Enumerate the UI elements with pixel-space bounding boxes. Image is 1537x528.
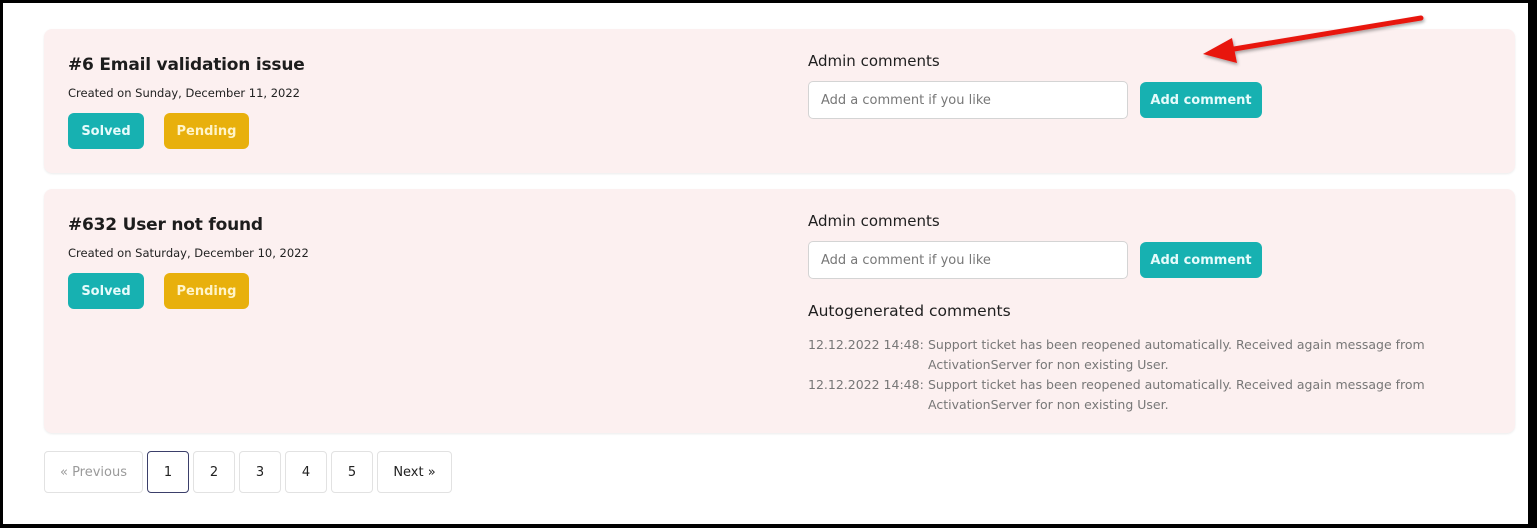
solved-button[interactable]: Solved <box>68 273 144 309</box>
ticket-title: #6 Email validation issue <box>68 55 305 75</box>
next-page-button[interactable]: Next » <box>377 451 452 493</box>
ticket-created-date: Created on Sunday, December 11, 2022 <box>68 86 300 100</box>
add-comment-button[interactable]: Add comment <box>1140 242 1262 278</box>
comment-input[interactable] <box>808 241 1128 279</box>
page-button-1[interactable]: 1 <box>147 451 189 493</box>
comment-input[interactable] <box>808 81 1128 119</box>
comment-message: Support ticket has been reopened automat… <box>928 337 1425 372</box>
ticket-created-date: Created on Saturday, December 10, 2022 <box>68 246 309 260</box>
page-button-4[interactable]: 4 <box>285 451 327 493</box>
autogenerated-comments-label: Autogenerated comments <box>808 302 1011 320</box>
pending-button[interactable]: Pending <box>164 113 249 149</box>
pagination: « Previous 1 2 3 4 5 Next » <box>44 451 456 493</box>
comment-timestamp: 12.12.2022 14:48: <box>808 377 924 392</box>
solved-button[interactable]: Solved <box>68 113 144 149</box>
page: #6 Email validation issue Created on Sun… <box>3 3 1528 524</box>
ticket-card: #632 User not found Created on Saturday,… <box>44 189 1515 433</box>
page-button-2[interactable]: 2 <box>193 451 235 493</box>
add-comment-button[interactable]: Add comment <box>1140 82 1262 118</box>
pending-button[interactable]: Pending <box>164 273 249 309</box>
previous-page-button[interactable]: « Previous <box>44 451 143 493</box>
admin-comments-label: Admin comments <box>808 52 940 70</box>
page-button-5[interactable]: 5 <box>331 451 373 493</box>
autogenerated-comment: 12.12.2022 14:48: Support ticket has bee… <box>808 335 1448 375</box>
page-button-3[interactable]: 3 <box>239 451 281 493</box>
comment-message: Support ticket has been reopened automat… <box>928 377 1425 412</box>
comment-timestamp: 12.12.2022 14:48: <box>808 337 924 352</box>
admin-comments-label: Admin comments <box>808 212 940 230</box>
ticket-title: #632 User not found <box>68 215 263 235</box>
autogenerated-comments-list: 12.12.2022 14:48: Support ticket has bee… <box>808 335 1448 415</box>
autogenerated-comment: 12.12.2022 14:48: Support ticket has bee… <box>808 375 1448 415</box>
ticket-card: #6 Email validation issue Created on Sun… <box>44 29 1515 173</box>
